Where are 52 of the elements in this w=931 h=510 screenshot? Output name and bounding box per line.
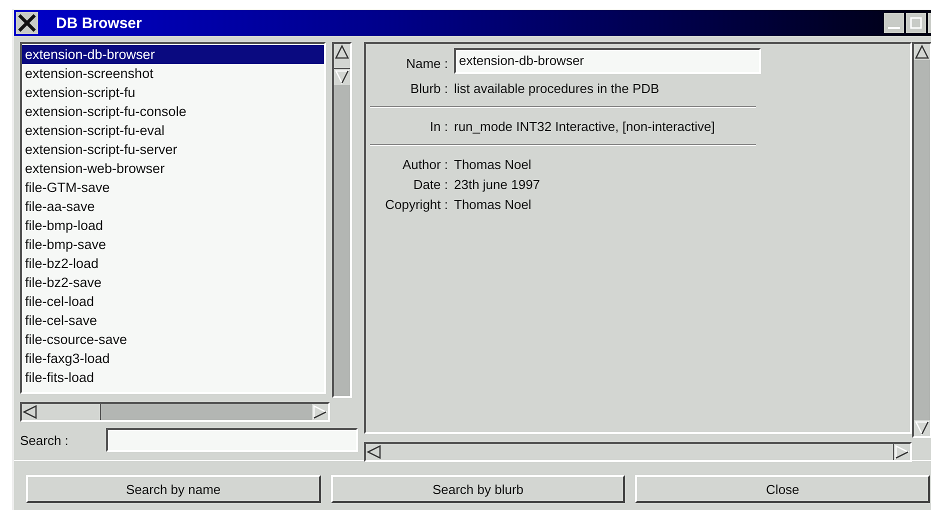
scrollbar-thumb[interactable] [382, 444, 894, 460]
down-arrow-icon[interactable] [914, 420, 930, 436]
list-item[interactable]: file-bz2-save [22, 273, 324, 292]
up-arrow-icon[interactable] [334, 44, 350, 60]
list-item[interactable]: extension-screenshot [22, 64, 324, 83]
dialog-button[interactable]: Search by blurb [330, 475, 626, 503]
search-label: Search : [20, 432, 70, 448]
left-arrow-icon[interactable] [22, 404, 38, 420]
scrollbar-thumb[interactable] [38, 404, 101, 420]
field-value: Thomas Noel [454, 156, 532, 172]
list-item[interactable]: extension-script-fu-eval [22, 121, 324, 140]
list-item[interactable]: extension-web-browser [22, 159, 324, 178]
up-arrow-icon[interactable] [914, 44, 930, 60]
right-arrow-icon[interactable] [894, 444, 910, 460]
vertical-scrollbar[interactable] [912, 42, 931, 438]
list-item[interactable]: file-fits-load [22, 368, 324, 387]
list-item[interactable]: file-bmp-save [22, 235, 324, 254]
name-field[interactable]: extension-db-browser [454, 48, 761, 74]
vertical-scrollbar[interactable] [332, 42, 352, 398]
field-value: 23th june 1997 [454, 176, 540, 192]
scrollbar-thumb[interactable] [334, 60, 350, 69]
x-logo-icon[interactable] [16, 12, 38, 34]
horizontal-scrollbar[interactable] [20, 402, 330, 422]
list-item[interactable]: extension-script-fu-server [22, 140, 324, 159]
field-label: Copyright : [384, 196, 448, 212]
list-item[interactable]: extension-db-browser [22, 45, 324, 64]
dialog-button[interactable]: Search by name [26, 475, 321, 503]
list-item[interactable]: file-bz2-load [22, 254, 324, 273]
horizontal-scrollbar[interactable] [364, 442, 912, 462]
left-arrow-icon[interactable] [366, 444, 382, 460]
dialog-button[interactable]: Close [635, 475, 930, 503]
field-label: In : [428, 118, 448, 134]
right-arrow-icon[interactable] [312, 404, 328, 420]
field-label: Name : [405, 56, 448, 70]
list-item[interactable]: file-bmp-load [22, 216, 324, 235]
list-item[interactable]: file-cel-save [22, 311, 324, 330]
list-item[interactable]: file-faxg3-load [22, 349, 324, 368]
field-label: Blurb : [409, 80, 448, 96]
field-label: Author : [401, 156, 448, 172]
list-item[interactable]: file-GTM-save [22, 178, 324, 197]
field-value: Thomas Noel [454, 196, 532, 212]
search-field[interactable] [106, 428, 358, 452]
field-value: run_mode INT32 Interactive, [non-interactive] [454, 118, 715, 134]
list-item[interactable]: extension-script-fu-console [22, 102, 324, 121]
list-item[interactable]: file-csource-save [22, 330, 324, 349]
list-item[interactable]: file-aa-save [22, 197, 324, 216]
list-item[interactable]: file-cel-load [22, 292, 324, 311]
window-title: DB Browser [56, 14, 143, 32]
list-item[interactable]: extension-script-fu [22, 83, 324, 102]
field-value: list available procedures in the PDB [454, 80, 660, 96]
field-label: Date : [412, 176, 448, 192]
down-arrow-icon[interactable] [334, 69, 350, 85]
